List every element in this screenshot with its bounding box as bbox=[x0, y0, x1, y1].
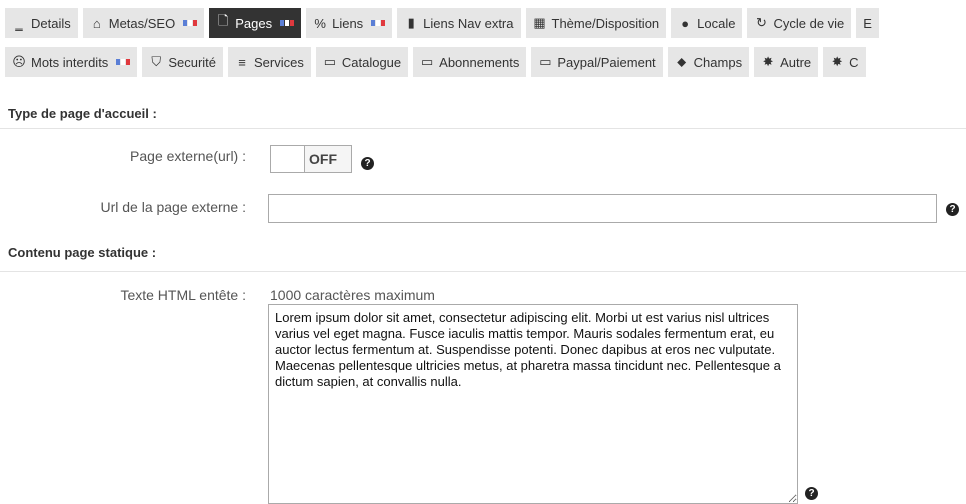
header-html-label: Texte HTML entête : bbox=[120, 287, 246, 303]
tab-champs[interactable]: ⬥ Champs bbox=[667, 47, 750, 77]
help-icon[interactable]: ? bbox=[946, 203, 959, 216]
section-title-static-content: Contenu page statique : bbox=[8, 245, 157, 260]
section-title-homepage-type: Type de page d'accueil : bbox=[8, 106, 157, 121]
external-url-label: Url de la page externe : bbox=[100, 199, 246, 215]
flag-icon bbox=[116, 59, 131, 65]
toggle-state: OFF bbox=[305, 146, 351, 172]
tab-more2[interactable]: ✸ C bbox=[823, 47, 866, 77]
flag-icon bbox=[183, 20, 198, 26]
tab-label: Locale bbox=[697, 15, 736, 31]
home-icon: ⌂ bbox=[92, 15, 101, 31]
external-page-toggle[interactable]: OFF bbox=[270, 145, 352, 173]
tab-label: Liens bbox=[332, 15, 364, 31]
tab-paypal[interactable]: ▭ Paypal/Paiement bbox=[531, 47, 663, 77]
shield-icon: ⛉ bbox=[151, 54, 162, 69]
tab-label: Mots interdits bbox=[31, 54, 109, 70]
header-html-hint: 1000 caractères maximum bbox=[270, 287, 435, 303]
tab-label: Thème/Disposition bbox=[551, 15, 660, 31]
flag-icon bbox=[280, 20, 295, 26]
tab-catalogue[interactable]: ▭ Catalogue bbox=[315, 47, 409, 77]
tab-more1[interactable]: E bbox=[856, 8, 879, 38]
tab-liensnav[interactable]: ▮ Liens Nav extra bbox=[397, 8, 521, 38]
tab-locale[interactable]: ● Locale bbox=[671, 8, 743, 38]
tab-mots[interactable]: ☹ Mots interdits bbox=[5, 47, 138, 77]
globe-icon: ● bbox=[681, 15, 690, 31]
link-icon: % bbox=[314, 15, 326, 31]
external-page-label: Page externe(url) : bbox=[130, 148, 246, 164]
tab-metas[interactable]: ⌂ Metas/SEO bbox=[82, 8, 205, 38]
cog-icon: ✸ bbox=[831, 54, 843, 69]
tab-bar-row-1: ‗ Details ⌂ Metas/SEO 🗋 Pages% Liens ▮ Liens Nav… bbox=[0, 8, 966, 38]
tab-label: Metas/SEO bbox=[108, 15, 176, 31]
tab-label: Securité bbox=[168, 54, 217, 70]
tab-abonnements[interactable]: ▭ Abonnements bbox=[413, 47, 527, 77]
cog-icon: ✸ bbox=[762, 54, 774, 69]
tab-label: Champs bbox=[693, 54, 743, 70]
tab-label: Paypal/Paiement bbox=[557, 54, 656, 70]
file-icon: 🗋 bbox=[217, 13, 229, 28]
tab-bar-row-2: ☹ Mots interdits ⛉ Securité ≡ Services ▭ Catalo… bbox=[0, 47, 966, 77]
tab-pages[interactable]: 🗋 Pages bbox=[209, 8, 302, 38]
tab-details[interactable]: ‗ Details bbox=[5, 8, 78, 38]
tab-label: Pages bbox=[235, 15, 273, 31]
tab-autre[interactable]: ✸ Autre bbox=[754, 47, 819, 77]
minus-icon: ‗ bbox=[15, 15, 23, 31]
tab-label: Cycle de vie bbox=[773, 15, 845, 31]
frown-icon: ☹ bbox=[12, 54, 26, 69]
tab-label: Autre bbox=[780, 54, 812, 70]
tab-label: Details bbox=[31, 15, 71, 31]
divider bbox=[0, 271, 966, 272]
help-icon[interactable]: ? bbox=[805, 487, 818, 500]
tab-label: C bbox=[849, 54, 859, 70]
refresh-icon: ↻ bbox=[756, 15, 767, 30]
tab-theme[interactable]: ▦ Thème/Disposition bbox=[525, 8, 667, 38]
grid-icon: ▦ bbox=[533, 15, 546, 30]
bookmark-icon: ▮ bbox=[407, 15, 415, 30]
flag-icon bbox=[371, 20, 386, 26]
card-icon: ▭ bbox=[323, 54, 337, 69]
divider bbox=[0, 128, 966, 129]
tab-label: E bbox=[863, 15, 872, 31]
tag-icon: ⬥ bbox=[677, 54, 687, 69]
external-url-input[interactable] bbox=[268, 194, 937, 223]
tab-label: Liens Nav extra bbox=[423, 15, 514, 31]
toggle-knob bbox=[271, 146, 305, 172]
tab-label: Abonnements bbox=[439, 54, 520, 70]
card-icon: ▭ bbox=[421, 54, 434, 69]
card-icon: ▭ bbox=[539, 54, 552, 69]
list-icon: ≡ bbox=[238, 54, 246, 70]
tab-cycle[interactable]: ↻ Cycle de vie bbox=[747, 8, 852, 38]
tab-label: Services bbox=[254, 54, 304, 70]
help-icon[interactable]: ? bbox=[361, 157, 374, 170]
tab-services[interactable]: ≡ Services bbox=[228, 47, 311, 77]
tab-secu[interactable]: ⛉ Securité bbox=[142, 47, 224, 77]
tab-liens[interactable]: % Liens bbox=[306, 8, 393, 38]
tab-label: Catalogue bbox=[341, 54, 402, 70]
header-html-textarea[interactable]: Lorem ipsum dolor sit amet, consectetur … bbox=[268, 304, 798, 504]
